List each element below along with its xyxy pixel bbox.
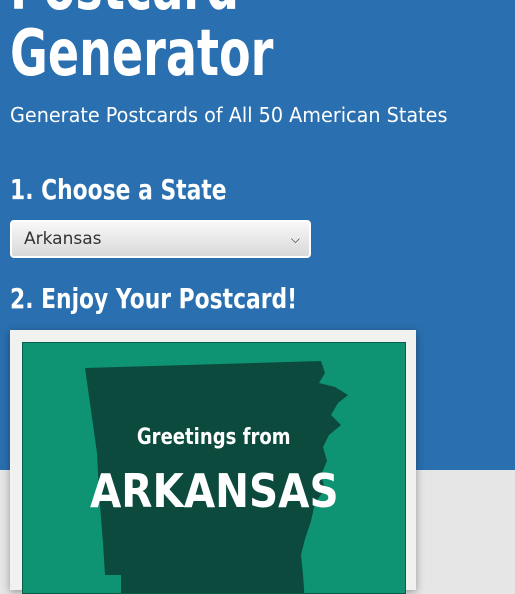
chevron-down-icon: ⌵ [290,232,300,246]
page-title-line-2: Generator [10,17,274,91]
state-select[interactable]: Arkansas ⌵ [10,220,311,258]
state-select-value: Arkansas [24,229,102,249]
postcard-greeting: Greetings from [137,425,291,450]
page-subtitle: Generate Postcards of All 50 American St… [10,103,448,127]
postcard-face: Greetings from ARKANSAS [22,342,406,594]
postcard: Greetings from ARKANSAS [10,330,416,594]
step-choose-state-heading: 1. Choose a State [10,173,227,206]
postcard-state-name: ARKANSAS [89,464,339,518]
step-enjoy-postcard-heading: 2. Enjoy Your Postcard! [10,282,298,315]
